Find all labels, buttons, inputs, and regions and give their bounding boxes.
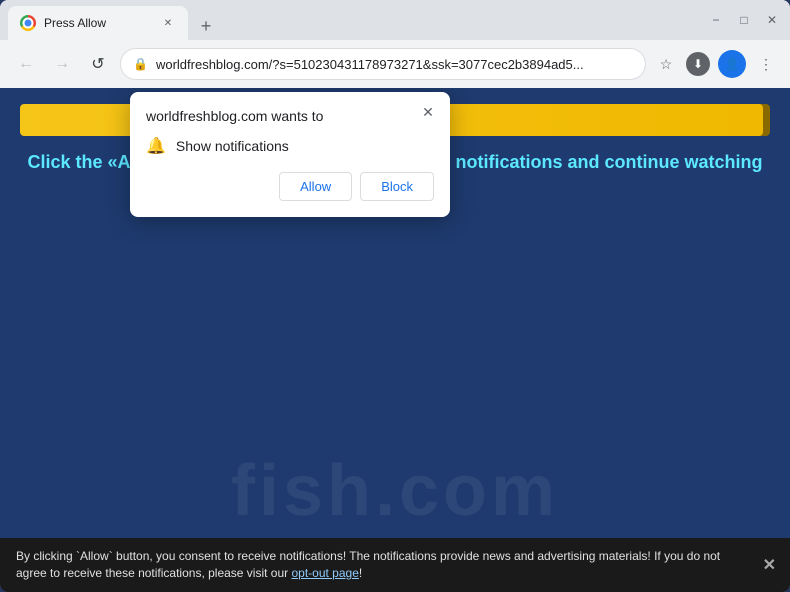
- popup-permission-text: Show notifications: [176, 138, 289, 154]
- profile-icon[interactable]: 👤: [718, 50, 746, 78]
- maximize-button[interactable]: □: [734, 10, 754, 30]
- consent-text-main: By clicking `Allow` button, you consent …: [16, 549, 720, 580]
- block-button[interactable]: Block: [360, 172, 434, 201]
- popup-permission-row: 🔔 Show notifications: [146, 136, 434, 156]
- notification-popup: ✕ worldfreshblog.com wants to 🔔 Show not…: [130, 92, 450, 217]
- active-tab[interactable]: Press Allow ✕: [8, 6, 188, 40]
- allow-button[interactable]: Allow: [279, 172, 352, 201]
- close-button[interactable]: ✕: [762, 10, 782, 30]
- new-tab-button[interactable]: +: [192, 12, 220, 40]
- window-controls: − □ ✕: [706, 10, 782, 30]
- bookmark-icon[interactable]: ☆: [654, 52, 678, 76]
- consent-text: By clicking `Allow` button, you consent …: [16, 548, 750, 582]
- browser-window: Press Allow ✕ + − □ ✕ ← → ↺ 🔒 worldfresh…: [0, 0, 790, 592]
- watermark: fish.com: [231, 450, 559, 532]
- menu-button[interactable]: ⋮: [754, 52, 778, 76]
- consent-close-button[interactable]: ✕: [763, 555, 776, 575]
- lock-icon: 🔒: [133, 57, 148, 71]
- opt-out-link[interactable]: opt-out page: [291, 566, 358, 580]
- popup-close-button[interactable]: ✕: [418, 102, 438, 122]
- title-bar: Press Allow ✕ + − □ ✕: [0, 0, 790, 40]
- page-content: fish.com ✕ worldfreshblog.com wants to 🔔…: [0, 88, 790, 592]
- url-text: worldfreshblog.com/?s=510230431178973271…: [156, 57, 633, 72]
- tab-close-button[interactable]: ✕: [160, 15, 176, 31]
- tab-strip: Press Allow ✕ +: [8, 0, 694, 40]
- consent-text-suffix: !: [359, 566, 362, 580]
- bell-icon: 🔔: [146, 136, 166, 156]
- reload-button[interactable]: ↺: [84, 50, 112, 78]
- tab-title: Press Allow: [44, 16, 152, 30]
- download-icon[interactable]: ⬇: [686, 52, 710, 76]
- address-bar: ← → ↺ 🔒 worldfreshblog.com/?s=5102304311…: [0, 40, 790, 88]
- minimize-button[interactable]: −: [706, 10, 726, 30]
- popup-title: worldfreshblog.com wants to: [146, 108, 434, 124]
- back-button[interactable]: ←: [12, 50, 40, 78]
- profile-initial: 👤: [725, 57, 740, 71]
- consent-bar: By clicking `Allow` button, you consent …: [0, 538, 790, 592]
- url-bar[interactable]: 🔒 worldfreshblog.com/?s=5102304311789732…: [120, 48, 646, 80]
- forward-button[interactable]: →: [48, 50, 76, 78]
- tab-favicon: [20, 15, 36, 31]
- popup-buttons: Allow Block: [146, 172, 434, 201]
